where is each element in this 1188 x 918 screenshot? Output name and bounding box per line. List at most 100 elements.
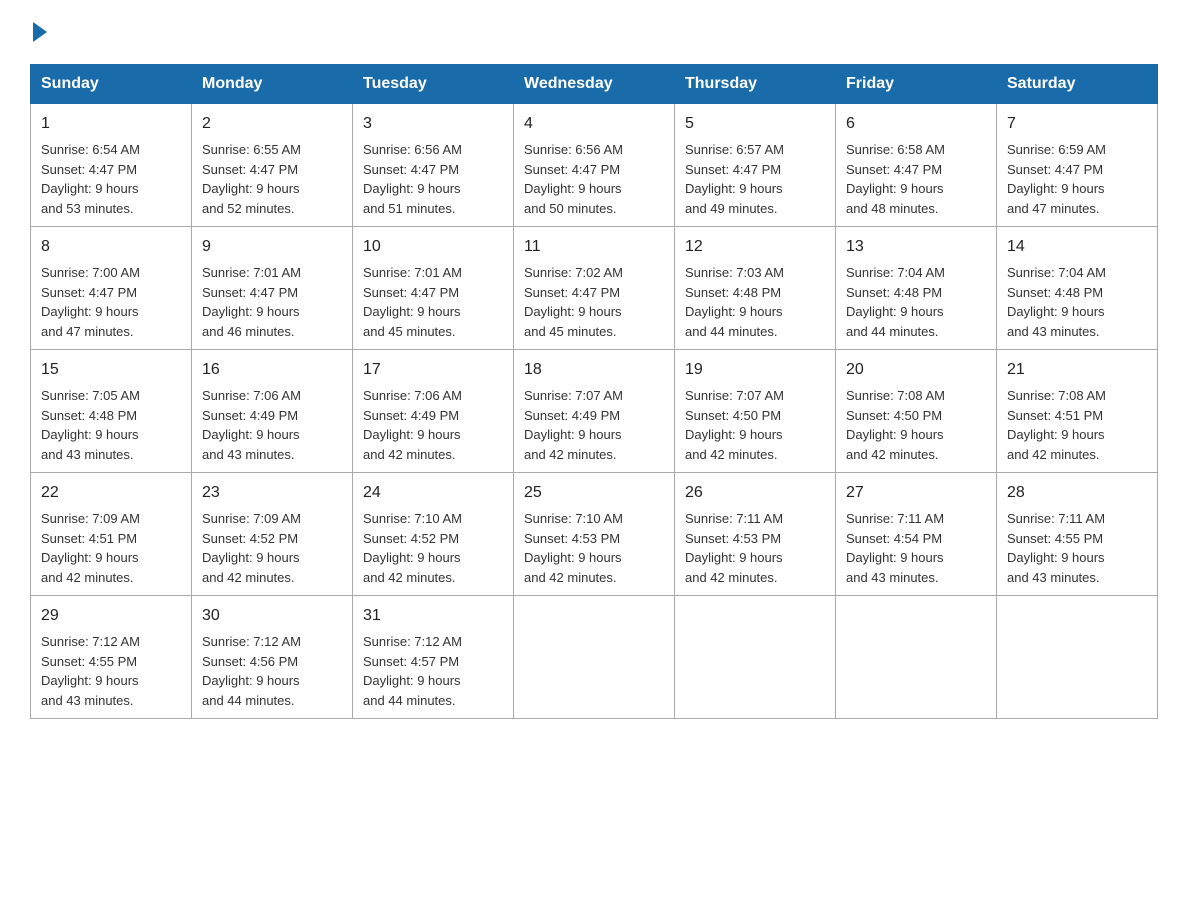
day-cell: 22 Sunrise: 7:09 AMSunset: 4:51 PMDayligh… — [31, 473, 192, 596]
day-number: 14 — [1007, 235, 1147, 259]
week-row-4: 22 Sunrise: 7:09 AMSunset: 4:51 PMDayligh… — [31, 473, 1158, 596]
day-number: 12 — [685, 235, 825, 259]
day-number: 15 — [41, 358, 181, 382]
day-number: 31 — [363, 604, 503, 628]
day-info: Sunrise: 7:03 AMSunset: 4:48 PMDaylight:… — [685, 263, 825, 341]
day-info: Sunrise: 7:04 AMSunset: 4:48 PMDaylight:… — [846, 263, 986, 341]
day-cell: 31 Sunrise: 7:12 AMSunset: 4:57 PMDayligh… — [353, 596, 514, 719]
day-number: 4 — [524, 112, 664, 136]
day-cell: 7Sunrise: 6:59 AMSunset: 4:47 PMDaylight… — [997, 104, 1158, 227]
day-number: 1 — [41, 112, 181, 136]
day-info: Sunrise: 7:12 AMSunset: 4:56 PMDaylight:… — [202, 632, 342, 710]
day-info: Sunrise: 7:05 AMSunset: 4:48 PMDaylight:… — [41, 386, 181, 464]
weekday-header-row: SundayMondayTuesdayWednesdayThursdayFrid… — [31, 65, 1158, 104]
week-row-5: 29 Sunrise: 7:12 AMSunset: 4:55 PMDayligh… — [31, 596, 1158, 719]
logo-arrow-icon — [33, 22, 47, 42]
day-number: 6 — [846, 112, 986, 136]
day-info: Sunrise: 7:11 AMSunset: 4:55 PMDaylight:… — [1007, 509, 1147, 587]
day-cell: 20 Sunrise: 7:08 AMSunset: 4:50 PMDayligh… — [836, 350, 997, 473]
day-number: 25 — [524, 481, 664, 505]
day-info: Sunrise: 7:12 AMSunset: 4:57 PMDaylight:… — [363, 632, 503, 710]
week-row-3: 15 Sunrise: 7:05 AMSunset: 4:48 PMDayligh… — [31, 350, 1158, 473]
logo — [30, 20, 47, 44]
day-cell — [675, 596, 836, 719]
day-cell: 30Sunrise: 7:12 AMSunset: 4:56 PMDayligh… — [192, 596, 353, 719]
day-cell: 2Sunrise: 6:55 AMSunset: 4:47 PMDaylight… — [192, 104, 353, 227]
day-cell: 24Sunrise: 7:10 AMSunset: 4:52 PMDayligh… — [353, 473, 514, 596]
weekday-header-friday: Friday — [836, 65, 997, 104]
day-number: 9 — [202, 235, 342, 259]
day-number: 29 — [41, 604, 181, 628]
day-number: 28 — [1007, 481, 1147, 505]
day-cell: 13Sunrise: 7:04 AMSunset: 4:48 PMDayligh… — [836, 227, 997, 350]
day-info: Sunrise: 7:08 AMSunset: 4:50 PMDaylight:… — [846, 386, 986, 464]
day-cell — [514, 596, 675, 719]
day-info: Sunrise: 7:10 AMSunset: 4:52 PMDaylight:… — [363, 509, 503, 587]
day-cell: 18Sunrise: 7:07 AMSunset: 4:49 PMDayligh… — [514, 350, 675, 473]
day-cell: 25 Sunrise: 7:10 AMSunset: 4:53 PMDayligh… — [514, 473, 675, 596]
day-number: 20 — [846, 358, 986, 382]
day-number: 18 — [524, 358, 664, 382]
day-number: 21 — [1007, 358, 1147, 382]
day-cell: 27 Sunrise: 7:11 AMSunset: 4:54 PMDayligh… — [836, 473, 997, 596]
day-number: 3 — [363, 112, 503, 136]
day-number: 8 — [41, 235, 181, 259]
day-number: 26 — [685, 481, 825, 505]
day-cell: 10 Sunrise: 7:01 AMSunset: 4:47 PMDayligh… — [353, 227, 514, 350]
day-info: Sunrise: 7:08 AMSunset: 4:51 PMDaylight:… — [1007, 386, 1147, 464]
week-row-1: 1 Sunrise: 6:54 AMSunset: 4:47 PMDaylight… — [31, 104, 1158, 227]
day-number: 7 — [1007, 112, 1147, 136]
day-info: Sunrise: 7:00 AMSunset: 4:47 PMDaylight:… — [41, 263, 181, 341]
day-cell: 6 Sunrise: 6:58 AMSunset: 4:47 PMDaylight… — [836, 104, 997, 227]
day-number: 22 — [41, 481, 181, 505]
day-cell: 4 Sunrise: 6:56 AMSunset: 4:47 PMDaylight… — [514, 104, 675, 227]
day-number: 19 — [685, 358, 825, 382]
day-cell: 28 Sunrise: 7:11 AMSunset: 4:55 PMDayligh… — [997, 473, 1158, 596]
day-cell: 12 Sunrise: 7:03 AMSunset: 4:48 PMDayligh… — [675, 227, 836, 350]
day-cell: 29 Sunrise: 7:12 AMSunset: 4:55 PMDayligh… — [31, 596, 192, 719]
day-number: 5 — [685, 112, 825, 136]
day-info: Sunrise: 7:06 AMSunset: 4:49 PMDaylight:… — [202, 386, 342, 464]
calendar-body: 1 Sunrise: 6:54 AMSunset: 4:47 PMDaylight… — [31, 104, 1158, 719]
day-cell: 14 Sunrise: 7:04 AMSunset: 4:48 PMDayligh… — [997, 227, 1158, 350]
day-cell: 9 Sunrise: 7:01 AMSunset: 4:47 PMDaylight… — [192, 227, 353, 350]
day-number: 10 — [363, 235, 503, 259]
calendar-table: SundayMondayTuesdayWednesdayThursdayFrid… — [30, 64, 1158, 719]
day-info: Sunrise: 7:10 AMSunset: 4:53 PMDaylight:… — [524, 509, 664, 587]
day-number: 17 — [363, 358, 503, 382]
day-number: 27 — [846, 481, 986, 505]
day-cell: 1 Sunrise: 6:54 AMSunset: 4:47 PMDaylight… — [31, 104, 192, 227]
day-info: Sunrise: 6:56 AMSunset: 4:47 PMDaylight:… — [524, 140, 664, 218]
day-info: Sunrise: 7:04 AMSunset: 4:48 PMDaylight:… — [1007, 263, 1147, 341]
weekday-header-wednesday: Wednesday — [514, 65, 675, 104]
weekday-header-sunday: Sunday — [31, 65, 192, 104]
day-cell: 5 Sunrise: 6:57 AMSunset: 4:47 PMDaylight… — [675, 104, 836, 227]
day-number: 2 — [202, 112, 342, 136]
day-info: Sunrise: 7:09 AMSunset: 4:52 PMDaylight:… — [202, 509, 342, 587]
day-cell: 8 Sunrise: 7:00 AMSunset: 4:47 PMDaylight… — [31, 227, 192, 350]
day-info: Sunrise: 6:54 AMSunset: 4:47 PMDaylight:… — [41, 140, 181, 218]
day-number: 16 — [202, 358, 342, 382]
day-info: Sunrise: 7:12 AMSunset: 4:55 PMDaylight:… — [41, 632, 181, 710]
day-info: Sunrise: 7:09 AMSunset: 4:51 PMDaylight:… — [41, 509, 181, 587]
day-cell: 3 Sunrise: 6:56 AMSunset: 4:47 PMDaylight… — [353, 104, 514, 227]
weekday-header-saturday: Saturday — [997, 65, 1158, 104]
day-cell: 21 Sunrise: 7:08 AMSunset: 4:51 PMDayligh… — [997, 350, 1158, 473]
day-info: Sunrise: 7:01 AMSunset: 4:47 PMDaylight:… — [202, 263, 342, 341]
day-cell: 19Sunrise: 7:07 AMSunset: 4:50 PMDayligh… — [675, 350, 836, 473]
day-info: Sunrise: 7:06 AMSunset: 4:49 PMDaylight:… — [363, 386, 503, 464]
day-cell: 16 Sunrise: 7:06 AMSunset: 4:49 PMDayligh… — [192, 350, 353, 473]
day-cell: 11Sunrise: 7:02 AMSunset: 4:47 PMDayligh… — [514, 227, 675, 350]
day-cell — [997, 596, 1158, 719]
day-info: Sunrise: 6:57 AMSunset: 4:47 PMDaylight:… — [685, 140, 825, 218]
day-cell: 26Sunrise: 7:11 AMSunset: 4:53 PMDayligh… — [675, 473, 836, 596]
day-info: Sunrise: 6:58 AMSunset: 4:47 PMDaylight:… — [846, 140, 986, 218]
day-number: 23 — [202, 481, 342, 505]
day-cell: 17 Sunrise: 7:06 AMSunset: 4:49 PMDayligh… — [353, 350, 514, 473]
day-info: Sunrise: 6:56 AMSunset: 4:47 PMDaylight:… — [363, 140, 503, 218]
day-number: 11 — [524, 235, 664, 259]
day-info: Sunrise: 7:01 AMSunset: 4:47 PMDaylight:… — [363, 263, 503, 341]
day-cell: 23 Sunrise: 7:09 AMSunset: 4:52 PMDayligh… — [192, 473, 353, 596]
day-info: Sunrise: 7:11 AMSunset: 4:54 PMDaylight:… — [846, 509, 986, 587]
calendar-header: SundayMondayTuesdayWednesdayThursdayFrid… — [31, 65, 1158, 104]
